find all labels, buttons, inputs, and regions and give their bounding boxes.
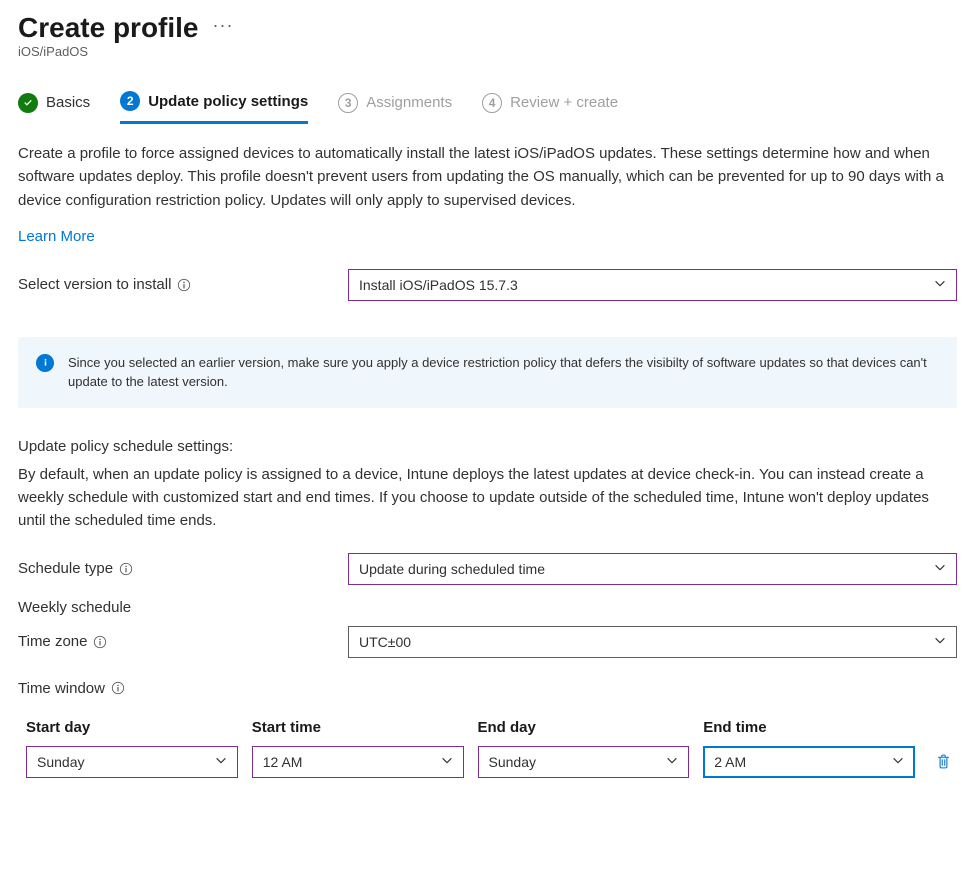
col-end-day: End day [478,719,690,736]
info-icon[interactable] [111,681,125,695]
info-icon[interactable] [177,278,191,292]
schedule-type-dropdown[interactable]: Update during scheduled time [348,553,957,585]
select-version-dropdown[interactable]: Install iOS/iPadOS 15.7.3 [348,269,957,301]
time-window-label: Time window [18,680,957,697]
step-number-icon: 2 [120,91,140,111]
end-day-value: Sunday [489,754,536,770]
step-basics[interactable]: Basics [18,87,90,123]
info-banner: Since you selected an earlier version, m… [18,337,957,408]
learn-more-link[interactable]: Learn More [18,228,95,245]
start-day-dropdown[interactable]: Sunday [26,746,238,778]
time-window-header: Start day Start time End day End time [18,719,957,736]
start-time-dropdown[interactable]: 12 AM [252,746,464,778]
page-title: Create profile [18,12,199,44]
info-filled-icon [36,354,54,372]
col-end-time: End time [703,719,915,736]
step-label: Assignments [366,94,452,111]
step-update-policy-settings[interactable]: 2 Update policy settings [120,85,308,124]
time-zone-dropdown[interactable]: UTC±00 [348,626,957,658]
time-zone-label: Time zone [18,633,348,650]
info-banner-text: Since you selected an earlier version, m… [68,353,939,392]
step-number-icon: 4 [482,93,502,113]
schedule-settings-heading: Update policy schedule settings: [18,438,957,455]
more-actions-icon[interactable]: ··· [213,15,234,42]
trash-icon [935,753,952,770]
time-window-row: Sunday 12 AM Sunday 2 AM [18,746,957,778]
wizard-steps: Basics 2 Update policy settings 3 Assign… [18,85,957,124]
step-label: Review + create [510,94,618,111]
schedule-type-value: Update during scheduled time [359,561,545,577]
step-review-create[interactable]: 4 Review + create [482,87,618,123]
end-time-dropdown[interactable]: 2 AM [703,746,915,778]
info-icon[interactable] [119,562,133,576]
step-number-icon: 3 [338,93,358,113]
weekly-schedule-heading: Weekly schedule [18,599,957,616]
select-version-value: Install iOS/iPadOS 15.7.3 [359,277,518,293]
time-zone-value: UTC±00 [359,634,411,650]
end-day-dropdown[interactable]: Sunday [478,746,690,778]
page-subtitle: iOS/iPadOS [18,44,957,59]
info-icon[interactable] [93,635,107,649]
step-assignments[interactable]: 3 Assignments [338,87,452,123]
start-time-value: 12 AM [263,754,303,770]
delete-row-button[interactable] [929,753,957,770]
step-label: Basics [46,94,90,111]
select-version-label: Select version to install [18,276,348,293]
end-time-value: 2 AM [714,754,746,770]
col-start-day: Start day [26,719,238,736]
step-label: Update policy settings [148,93,308,110]
schedule-settings-body: By default, when an update policy is ass… [18,463,957,533]
checkmark-icon [18,93,38,113]
schedule-type-label: Schedule type [18,560,348,577]
col-start-time: Start time [252,719,464,736]
start-day-value: Sunday [37,754,84,770]
intro-text: Create a profile to force assigned devic… [18,142,957,212]
